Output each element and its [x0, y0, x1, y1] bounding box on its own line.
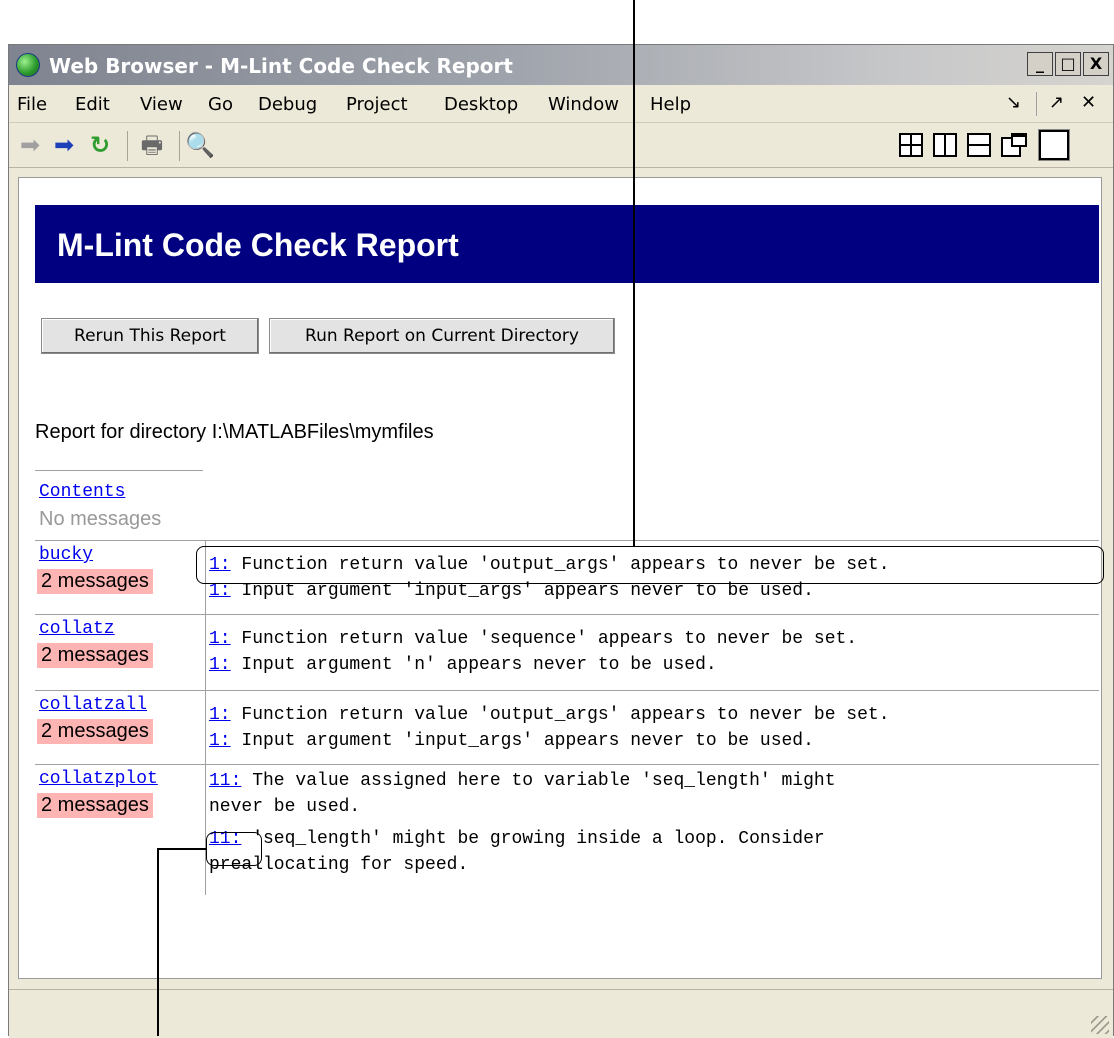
- toolbar-separator: [179, 131, 180, 161]
- contents-status: No messages: [39, 508, 162, 530]
- message-text: 'seq_length' might be growing inside a l…: [241, 829, 825, 849]
- file-link-collatzall[interactable]: collatzall: [39, 695, 147, 715]
- menu-view[interactable]: View: [140, 94, 183, 115]
- message-text: Function return value 'output_args' appe…: [230, 705, 890, 725]
- message-line: 1: Function return value 'sequence' appe…: [209, 629, 857, 649]
- tile-grid-icon[interactable]: [899, 133, 923, 157]
- file-link-collatz[interactable]: collatz: [39, 619, 115, 639]
- window-title: Web Browser - M-Lint Code Check Report: [49, 54, 513, 78]
- callout-line-bottom: [157, 848, 159, 1036]
- message-count-badge: 2 messages: [37, 569, 153, 594]
- menu-window[interactable]: Window: [548, 94, 619, 115]
- dock-icon[interactable]: ↗: [1049, 92, 1064, 113]
- menu-go[interactable]: Go: [208, 94, 233, 115]
- window-controls: _ □ X: [1027, 52, 1109, 76]
- toolbar: ➡ ➡ ↻ 🖶 🔍: [9, 123, 1113, 168]
- message-text: The value assigned here to variable 'seq…: [241, 771, 836, 791]
- web-browser-window: Web Browser - M-Lint Code Check Report _…: [8, 44, 1114, 1038]
- menu-debug[interactable]: Debug: [258, 94, 317, 115]
- directory-line: Report for directory I:\MATLABFiles\mymf…: [35, 421, 434, 443]
- menu-file[interactable]: File: [17, 94, 47, 115]
- menu-desktop[interactable]: Desktop: [444, 94, 518, 115]
- line-link[interactable]: 1:: [209, 705, 231, 725]
- file-row-collatzall: collatzall 2 messages 1: Function return…: [35, 690, 1099, 765]
- file-row-collatzplot: collatzplot 2 messages 11: The value ass…: [35, 764, 1099, 895]
- report-title: M-Lint Code Check Report: [57, 227, 459, 263]
- minimize-button[interactable]: _: [1027, 52, 1053, 76]
- back-arrow-icon[interactable]: ➡: [15, 130, 45, 160]
- file-row-collatz: collatz 2 messages 1: Function return va…: [35, 614, 1099, 691]
- print-icon[interactable]: 🖶: [137, 130, 167, 160]
- menu-separator: [1036, 92, 1037, 116]
- message-line: 1: Function return value 'output_args' a…: [209, 705, 890, 725]
- tile-rows-icon[interactable]: [967, 133, 991, 157]
- message-count-badge: 2 messages: [37, 719, 153, 744]
- message-line: 11: 'seq_length' might be growing inside…: [209, 829, 825, 849]
- contents-link[interactable]: Contents: [39, 482, 125, 502]
- float-window-icon-back: [1011, 133, 1027, 147]
- message-text: Input argument 'n' appears never to be u…: [230, 655, 717, 675]
- file-link-collatzplot[interactable]: collatzplot: [39, 769, 158, 789]
- title-bar[interactable]: Web Browser - M-Lint Code Check Report _…: [9, 45, 1113, 85]
- message-text: Input argument 'input_args' appears neve…: [230, 731, 814, 751]
- message-continuation: never be used.: [209, 797, 361, 817]
- menu-project[interactable]: Project: [346, 94, 408, 115]
- callout-box-line-number: [206, 832, 262, 866]
- close-button[interactable]: X: [1083, 52, 1109, 76]
- message-line: 1: Input argument 'input_args' appears n…: [209, 581, 814, 601]
- maximize-icon[interactable]: [1039, 130, 1069, 160]
- status-bar: [9, 989, 1113, 1038]
- message-line: 11: The value assigned here to variable …: [209, 771, 836, 791]
- message-count-badge: 2 messages: [37, 643, 153, 668]
- globe-icon: [16, 53, 40, 77]
- toolbar-separator: [127, 131, 128, 161]
- line-link[interactable]: 1:: [209, 655, 231, 675]
- callout-line-horizontal: [157, 848, 207, 850]
- forward-arrow-icon[interactable]: ➡: [49, 130, 79, 160]
- line-link[interactable]: 11:: [209, 771, 241, 791]
- report-header-banner: M-Lint Code Check Report: [35, 205, 1099, 283]
- menu-edit[interactable]: Edit: [75, 94, 110, 115]
- undock-icon[interactable]: ↘: [1006, 92, 1021, 113]
- message-line: 1: Input argument 'input_args' appears n…: [209, 731, 814, 751]
- menu-bar: File Edit View Go Debug Project Desktop …: [9, 86, 1113, 123]
- tile-columns-icon[interactable]: [933, 133, 957, 157]
- callout-line-top: [633, 0, 635, 546]
- message-text: Function return value 'sequence' appears…: [230, 629, 858, 649]
- run-report-current-directory-button[interactable]: Run Report on Current Directory: [269, 318, 615, 354]
- line-link[interactable]: 1:: [209, 731, 231, 751]
- column-divider: [205, 691, 206, 765]
- rerun-report-button[interactable]: Rerun This Report: [41, 318, 259, 354]
- refresh-icon[interactable]: ↻: [85, 130, 115, 160]
- message-text: Input argument 'input_args' appears neve…: [230, 581, 814, 601]
- line-link[interactable]: 1:: [209, 581, 231, 601]
- menu-help[interactable]: Help: [650, 94, 691, 115]
- line-link[interactable]: 1:: [209, 629, 231, 649]
- restore-button[interactable]: □: [1055, 52, 1081, 76]
- message-count-badge: 2 messages: [37, 793, 153, 818]
- file-link-bucky[interactable]: bucky: [39, 545, 93, 565]
- callout-box-message: [196, 546, 1104, 584]
- find-icon[interactable]: 🔍: [185, 130, 215, 160]
- column-divider: [205, 615, 206, 691]
- column-divider: [205, 765, 206, 895]
- resize-grip-icon[interactable]: [1091, 1016, 1109, 1034]
- message-line: 1: Input argument 'n' appears never to b…: [209, 655, 717, 675]
- contents-divider: [35, 470, 203, 471]
- close-x-icon[interactable]: ✕: [1081, 92, 1096, 113]
